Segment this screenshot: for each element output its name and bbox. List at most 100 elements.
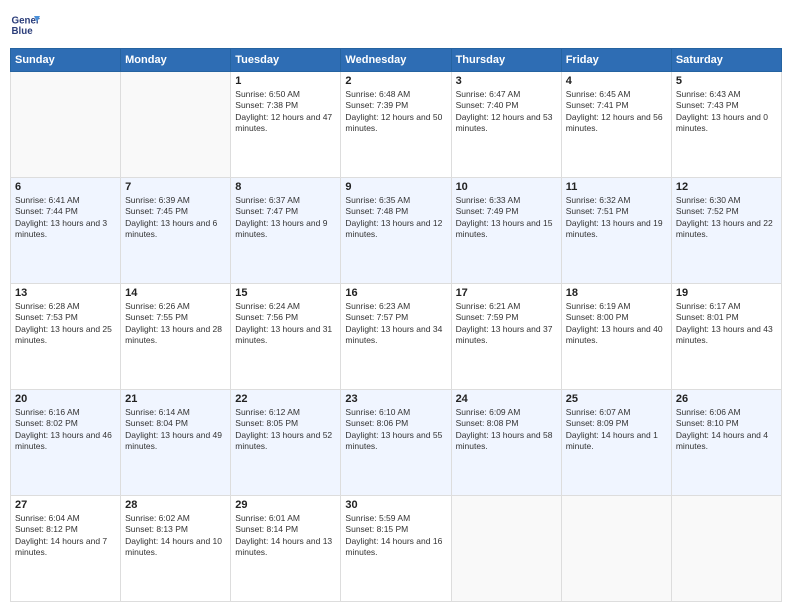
calendar-cell: 25 Sunrise: 6:07 AMSunset: 8:09 PMDayligh… <box>561 390 671 496</box>
page: General Blue SundayMondayTuesdayWednesda… <box>0 0 792 612</box>
calendar-cell: 10Sunrise: 6:33 AMSunset: 7:49 PMDayligh… <box>451 178 561 284</box>
calendar-cell: 16 Sunrise: 6:23 AMSunset: 7:57 PMDayligh… <box>341 284 451 390</box>
calendar-week-3: 13 Sunrise: 6:28 AMSunset: 7:53 PMDayligh… <box>11 284 782 390</box>
calendar-body: 1 Sunrise: 6:50 AMSunset: 7:38 PMDaylight… <box>11 72 782 602</box>
calendar-cell: 28 Sunrise: 6:02 AMSunset: 8:13 PMDayligh… <box>121 496 231 602</box>
day-number: 19 <box>676 287 777 299</box>
day-info: Sunrise: 6:02 AMSunset: 8:13 PMDaylight:… <box>125 513 226 559</box>
day-info: Sunrise: 6:12 AMSunset: 8:05 PMDaylight:… <box>235 407 336 453</box>
calendar-header-row: SundayMondayTuesdayWednesdayThursdayFrid… <box>11 49 782 72</box>
day-number: 28 <box>125 499 226 511</box>
day-number: 14 <box>125 287 226 299</box>
logo: General Blue <box>10 10 42 40</box>
calendar-cell: 3 Sunrise: 6:47 AMSunset: 7:40 PMDaylight… <box>451 72 561 178</box>
day-number: 6 <box>15 181 116 193</box>
day-info: Sunrise: 6:06 AMSunset: 8:10 PMDaylight:… <box>676 407 777 453</box>
calendar-cell: 29Sunrise: 6:01 AMSunset: 8:14 PMDayligh… <box>231 496 341 602</box>
logo-icon: General Blue <box>10 10 40 40</box>
calendar-cell: 23 Sunrise: 6:10 AMSunset: 8:06 PMDayligh… <box>341 390 451 496</box>
day-info: Sunrise: 6:26 AMSunset: 7:55 PMDaylight:… <box>125 301 226 347</box>
day-number: 22 <box>235 393 336 405</box>
calendar-cell: 30 Sunrise: 5:59 AMSunset: 8:15 PMDayligh… <box>341 496 451 602</box>
calendar-week-1: 1 Sunrise: 6:50 AMSunset: 7:38 PMDaylight… <box>11 72 782 178</box>
day-number: 4 <box>566 75 667 87</box>
weekday-header-thursday: Thursday <box>451 49 561 72</box>
day-number: 24 <box>456 393 557 405</box>
day-number: 7 <box>125 181 226 193</box>
weekday-header-wednesday: Wednesday <box>341 49 451 72</box>
day-number: 17 <box>456 287 557 299</box>
calendar-cell: 12 Sunrise: 6:30 AMSunset: 7:52 PMDayligh… <box>671 178 781 284</box>
day-info: Sunrise: 6:39 AMSunset: 7:45 PMDaylight:… <box>125 195 226 241</box>
day-number: 2 <box>345 75 446 87</box>
day-info: Sunrise: 6:17 AMSunset: 8:01 PMDaylight:… <box>676 301 777 347</box>
day-number: 11 <box>566 181 667 193</box>
calendar-cell: 6 Sunrise: 6:41 AMSunset: 7:44 PMDaylight… <box>11 178 121 284</box>
day-info: Sunrise: 6:10 AMSunset: 8:06 PMDaylight:… <box>345 407 446 453</box>
day-info: Sunrise: 6:45 AMSunset: 7:41 PMDaylight:… <box>566 89 667 135</box>
day-info: Sunrise: 5:59 AMSunset: 8:15 PMDaylight:… <box>345 513 446 559</box>
header: General Blue <box>10 10 782 40</box>
calendar-cell: 1 Sunrise: 6:50 AMSunset: 7:38 PMDaylight… <box>231 72 341 178</box>
calendar-cell: 15 Sunrise: 6:24 AMSunset: 7:56 PMDayligh… <box>231 284 341 390</box>
day-info: Sunrise: 6:50 AMSunset: 7:38 PMDaylight:… <box>235 89 336 135</box>
calendar-cell: 2Sunrise: 6:48 AMSunset: 7:39 PMDaylight… <box>341 72 451 178</box>
day-number: 8 <box>235 181 336 193</box>
day-info: Sunrise: 6:33 AMSunset: 7:49 PMDaylight:… <box>456 195 557 241</box>
day-info: Sunrise: 6:32 AMSunset: 7:51 PMDaylight:… <box>566 195 667 241</box>
calendar-cell: 21 Sunrise: 6:14 AMSunset: 8:04 PMDayligh… <box>121 390 231 496</box>
day-number: 21 <box>125 393 226 405</box>
day-info: Sunrise: 6:41 AMSunset: 7:44 PMDaylight:… <box>15 195 116 241</box>
day-info: Sunrise: 6:01 AMSunset: 8:14 PMDaylight:… <box>235 513 336 559</box>
day-number: 23 <box>345 393 446 405</box>
day-number: 3 <box>456 75 557 87</box>
calendar-cell: 13 Sunrise: 6:28 AMSunset: 7:53 PMDayligh… <box>11 284 121 390</box>
day-number: 5 <box>676 75 777 87</box>
day-number: 9 <box>345 181 446 193</box>
day-info: Sunrise: 6:43 AMSunset: 7:43 PMDaylight:… <box>676 89 777 135</box>
calendar-cell <box>451 496 561 602</box>
calendar-cell: 22 Sunrise: 6:12 AMSunset: 8:05 PMDayligh… <box>231 390 341 496</box>
calendar-cell: 26 Sunrise: 6:06 AMSunset: 8:10 PMDayligh… <box>671 390 781 496</box>
calendar-table: SundayMondayTuesdayWednesdayThursdayFrid… <box>10 48 782 602</box>
weekday-header-sunday: Sunday <box>11 49 121 72</box>
day-number: 12 <box>676 181 777 193</box>
calendar-cell: 20 Sunrise: 6:16 AMSunset: 8:02 PMDayligh… <box>11 390 121 496</box>
calendar-cell: 14 Sunrise: 6:26 AMSunset: 7:55 PMDayligh… <box>121 284 231 390</box>
calendar-cell: 4 Sunrise: 6:45 AMSunset: 7:41 PMDaylight… <box>561 72 671 178</box>
calendar-cell: 5 Sunrise: 6:43 AMSunset: 7:43 PMDaylight… <box>671 72 781 178</box>
day-number: 13 <box>15 287 116 299</box>
calendar-cell: 7 Sunrise: 6:39 AMSunset: 7:45 PMDaylight… <box>121 178 231 284</box>
day-number: 25 <box>566 393 667 405</box>
day-info: Sunrise: 6:24 AMSunset: 7:56 PMDaylight:… <box>235 301 336 347</box>
day-number: 16 <box>345 287 446 299</box>
calendar-cell: 8Sunrise: 6:37 AMSunset: 7:47 PMDaylight… <box>231 178 341 284</box>
day-info: Sunrise: 6:23 AMSunset: 7:57 PMDaylight:… <box>345 301 446 347</box>
calendar-cell: 19 Sunrise: 6:17 AMSunset: 8:01 PMDayligh… <box>671 284 781 390</box>
day-number: 1 <box>235 75 336 87</box>
calendar-cell: 11 Sunrise: 6:32 AMSunset: 7:51 PMDayligh… <box>561 178 671 284</box>
weekday-header-saturday: Saturday <box>671 49 781 72</box>
calendar-cell: 24Sunrise: 6:09 AMSunset: 8:08 PMDayligh… <box>451 390 561 496</box>
weekday-header-tuesday: Tuesday <box>231 49 341 72</box>
day-number: 30 <box>345 499 446 511</box>
day-info: Sunrise: 6:04 AMSunset: 8:12 PMDaylight:… <box>15 513 116 559</box>
day-info: Sunrise: 6:16 AMSunset: 8:02 PMDaylight:… <box>15 407 116 453</box>
calendar-cell <box>121 72 231 178</box>
day-number: 26 <box>676 393 777 405</box>
calendar-cell: 18Sunrise: 6:19 AMSunset: 8:00 PMDayligh… <box>561 284 671 390</box>
day-info: Sunrise: 6:21 AMSunset: 7:59 PMDaylight:… <box>456 301 557 347</box>
day-number: 18 <box>566 287 667 299</box>
day-info: Sunrise: 6:30 AMSunset: 7:52 PMDaylight:… <box>676 195 777 241</box>
calendar-week-2: 6 Sunrise: 6:41 AMSunset: 7:44 PMDaylight… <box>11 178 782 284</box>
day-info: Sunrise: 6:28 AMSunset: 7:53 PMDaylight:… <box>15 301 116 347</box>
weekday-header-friday: Friday <box>561 49 671 72</box>
day-info: Sunrise: 6:07 AMSunset: 8:09 PMDaylight:… <box>566 407 667 453</box>
day-number: 15 <box>235 287 336 299</box>
calendar-cell: 9 Sunrise: 6:35 AMSunset: 7:48 PMDaylight… <box>341 178 451 284</box>
calendar-cell: 17 Sunrise: 6:21 AMSunset: 7:59 PMDayligh… <box>451 284 561 390</box>
day-info: Sunrise: 6:14 AMSunset: 8:04 PMDaylight:… <box>125 407 226 453</box>
day-info: Sunrise: 6:47 AMSunset: 7:40 PMDaylight:… <box>456 89 557 135</box>
day-number: 20 <box>15 393 116 405</box>
day-info: Sunrise: 6:35 AMSunset: 7:48 PMDaylight:… <box>345 195 446 241</box>
